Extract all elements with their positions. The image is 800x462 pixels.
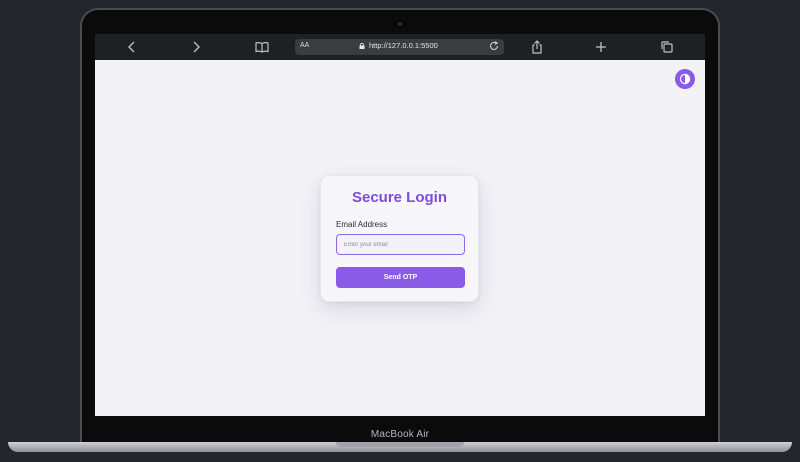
text-size-button[interactable]: AA: [300, 42, 309, 49]
plus-icon[interactable]: [593, 39, 609, 55]
chevron-right-icon[interactable]: [188, 39, 204, 55]
book-icon[interactable]: [254, 39, 270, 55]
device-model-label: MacBook Air: [370, 429, 430, 440]
login-card: Secure Login Email Address Send OTP: [320, 175, 479, 302]
share-icon[interactable]: [529, 39, 545, 55]
lock-icon: [359, 42, 365, 49]
laptop-notch: [336, 442, 464, 447]
tabs-icon[interactable]: [659, 39, 675, 55]
camera-icon: [398, 22, 402, 26]
login-title: Secure Login: [351, 189, 448, 206]
url-text[interactable]: http://127.0.0.1:5500: [369, 41, 438, 50]
address-bar[interactable]: AA http://127.0.0.1:5500: [295, 39, 504, 55]
reload-icon[interactable]: [488, 40, 500, 52]
theme-toggle-icon[interactable]: [675, 69, 695, 89]
email-label: Email Address: [336, 220, 388, 229]
web-page: Secure Login Email Address Send OTP: [95, 60, 705, 416]
email-input[interactable]: [336, 234, 465, 255]
send-otp-button[interactable]: Send OTP: [336, 267, 465, 288]
chevron-left-icon[interactable]: [124, 39, 140, 55]
